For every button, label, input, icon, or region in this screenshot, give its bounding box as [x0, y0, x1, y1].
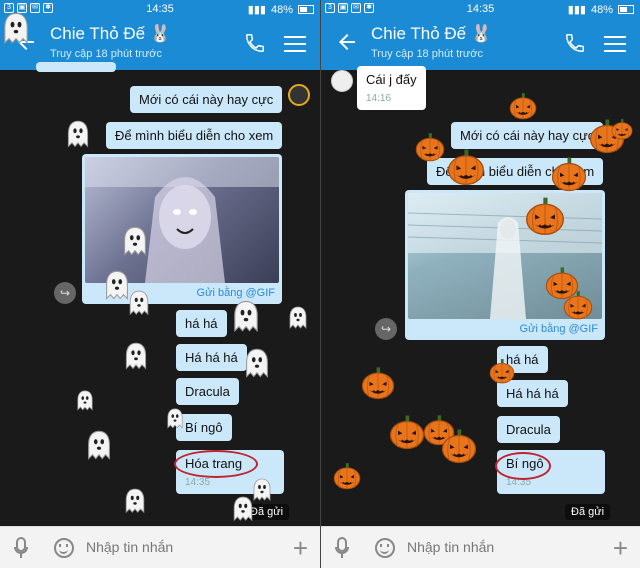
chat-area: Mới có cái này hay cực Để mình biểu diễn… [0, 62, 320, 526]
sent-status: Đã gửi [565, 504, 611, 520]
message-bubble[interactable]: Mới có cái này hay cực [130, 86, 283, 113]
status-right: ▮▮▮ 48% [568, 3, 634, 16]
gif-image[interactable] [85, 157, 279, 283]
gif-caption[interactable]: Gửi bằng @GIF [408, 319, 602, 337]
composer: Nhập tin nhắn + [321, 526, 640, 568]
microphone-icon[interactable] [14, 537, 28, 559]
add-icon[interactable]: + [613, 535, 628, 561]
battery-text: 48% [590, 3, 613, 16]
avatar[interactable] [288, 84, 310, 106]
message-bubble[interactable]: há há [497, 346, 548, 373]
contact-name[interactable]: Chie Thỏ Đế 🐰 [371, 24, 492, 44]
incoming-bubble[interactable]: Cái j đấy 14:16 [357, 66, 426, 110]
status-bar: 3 ▣ ✉ ✱ 14:35 ▮▮▮ 48% [0, 0, 320, 20]
gif-message[interactable]: Gửi bằng @GIF [405, 190, 605, 340]
contact-name[interactable]: Chie Thỏ Đế 🐰 [50, 24, 171, 44]
message-bubble[interactable]: Để mình biểu diễn cho xem [427, 158, 604, 185]
partial-bubble [36, 62, 116, 72]
message-bubble[interactable]: Há há há [497, 380, 568, 407]
gif-image[interactable] [408, 193, 602, 319]
message-bubble[interactable]: Há há há [176, 344, 247, 371]
contact-avatar[interactable] [331, 70, 353, 92]
message-input[interactable]: Nhập tin nhắn [407, 539, 494, 555]
status-bar: 3 ▣ ✉ ✱ 14:35 ▮▮▮ 48% [321, 0, 640, 20]
sent-status: Đã gửi [244, 504, 290, 520]
back-arrow-icon[interactable] [14, 30, 38, 59]
emoji-icon[interactable] [54, 538, 74, 558]
last-seen: Truy cập 18 phút trước [371, 48, 483, 60]
battery-icon [298, 5, 314, 14]
screen-left: 3 ▣ ✉ ✱ 14:35 ▮▮▮ 48% Chie Thỏ Đế 🐰 Truy cậ… [0, 0, 320, 568]
call-icon[interactable] [244, 32, 266, 54]
screen-right: 3 ▣ ✉ ✱ 14:35 ▮▮▮ 48% Chie Thỏ Đế 🐰 Truy cậ… [320, 0, 640, 568]
message-bubble[interactable]: há há [176, 310, 227, 337]
composer: Nhập tin nhắn + [0, 526, 320, 568]
gif-message[interactable]: Gửi bằng @GIF [82, 154, 282, 304]
status-right: ▮▮▮ 48% [248, 3, 314, 16]
gif-caption[interactable]: Gửi bằng @GIF [85, 283, 279, 301]
menu-icon[interactable] [284, 36, 306, 57]
back-arrow-icon[interactable] [335, 30, 359, 59]
forward-icon[interactable]: ↪ [54, 282, 76, 304]
bunny-icon: 🐰 [470, 24, 493, 43]
emoji-icon[interactable] [375, 538, 395, 558]
menu-icon[interactable] [604, 36, 626, 57]
highlight-circle [495, 452, 551, 480]
highlight-circle [174, 450, 258, 478]
message-time: 14:16 [366, 93, 392, 104]
message-time: 14:35 [185, 477, 211, 488]
message-bubble[interactable]: Bí ngô [176, 414, 232, 441]
message-bubble[interactable]: Mới có cái này hay cực [451, 122, 604, 149]
chat-header: Chie Thỏ Đế 🐰 Truy cập 18 phút trước [321, 20, 640, 70]
battery-icon [618, 5, 634, 14]
message-input[interactable]: Nhập tin nhắn [86, 539, 173, 555]
battery-text: 48% [270, 3, 293, 16]
signal-icon: ▮▮▮ [247, 4, 266, 16]
bunny-icon: 🐰 [149, 24, 172, 43]
signal-icon: ▮▮▮ [567, 4, 586, 16]
message-bubble[interactable]: Để mình biểu diễn cho xem [106, 122, 283, 149]
forward-icon[interactable]: ↪ [375, 318, 397, 340]
message-bubble[interactable]: Dracula [497, 416, 560, 443]
call-icon[interactable] [564, 32, 586, 54]
message-bubble[interactable]: Dracula [176, 378, 239, 405]
chat-area: Cái j đấy 14:16 Mới có cái này hay cực Đ… [321, 66, 640, 526]
add-icon[interactable]: + [293, 535, 308, 561]
microphone-icon[interactable] [335, 537, 349, 559]
last-seen: Truy cập 18 phút trước [50, 48, 162, 60]
message-text: Cái j đấy [366, 72, 417, 87]
